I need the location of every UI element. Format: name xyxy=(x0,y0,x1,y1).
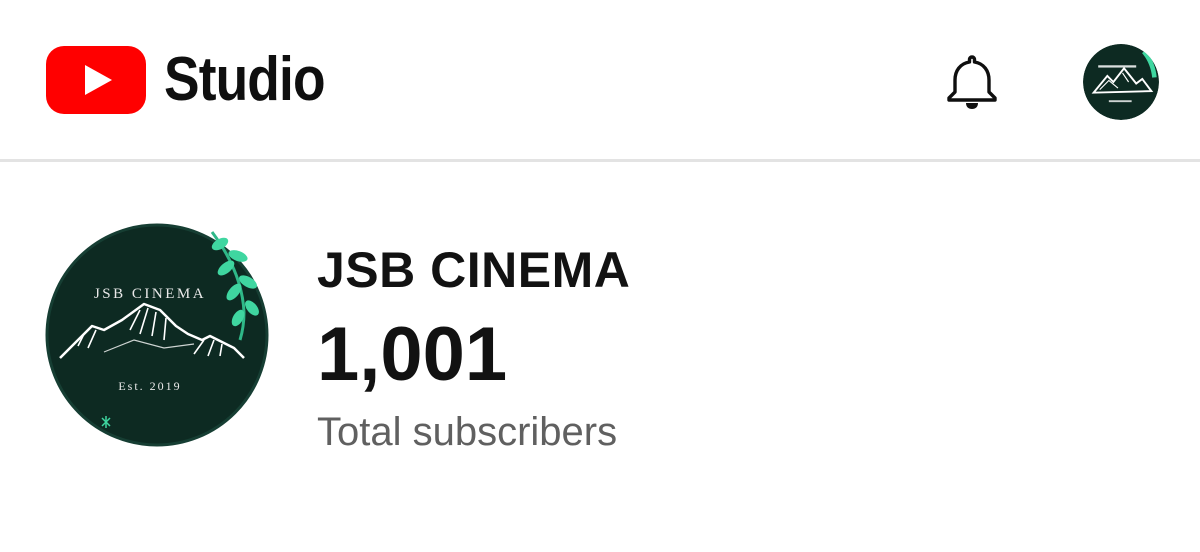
notifications-button[interactable] xyxy=(940,50,1004,114)
subscriber-label: Total subscribers xyxy=(317,410,618,454)
account-avatar[interactable] xyxy=(1083,44,1159,120)
studio-app: Studio JSB CINEMA Est. 2019 JSB CINEMA 1… xyxy=(0,0,1200,552)
youtube-play-icon xyxy=(46,46,146,114)
channel-logo-title: JSB CINEMA xyxy=(94,286,206,302)
bell-icon xyxy=(947,55,997,109)
studio-logo[interactable]: Studio xyxy=(46,44,351,116)
channel-logo-image: JSB CINEMA Est. 2019 xyxy=(45,223,269,447)
top-app-bar: Studio xyxy=(0,0,1200,162)
channel-logo[interactable]: JSB CINEMA Est. 2019 xyxy=(44,222,270,448)
channel-avatar-image xyxy=(1083,44,1159,120)
channel-logo-established: Est. 2019 xyxy=(118,379,181,393)
subscriber-count: 1,001 xyxy=(317,312,508,397)
channel-name: JSB CINEMA xyxy=(317,242,631,298)
studio-label: Studio xyxy=(164,45,326,114)
channel-summary: JSB CINEMA 1,001 Total subscribers xyxy=(317,240,630,456)
